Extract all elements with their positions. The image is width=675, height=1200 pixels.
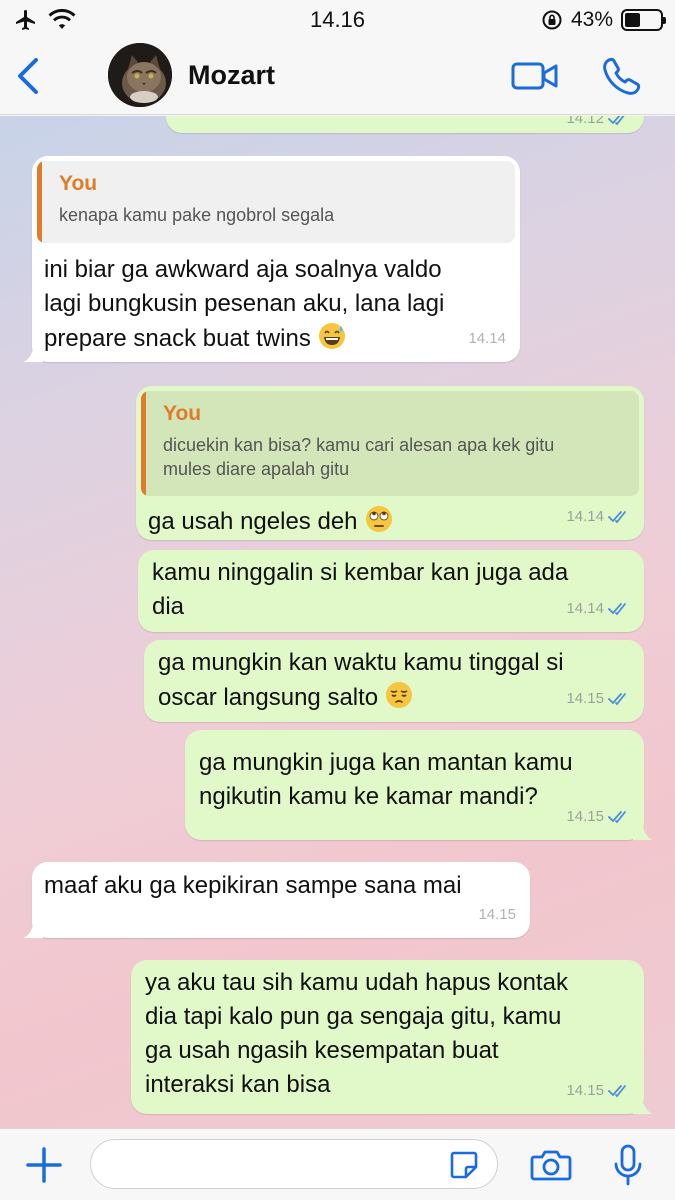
avatar[interactable] [108, 43, 172, 107]
message-bubble-outgoing[interactable]: ga mungkin juga kan mantan kamu ngikutin… [185, 730, 653, 840]
message-time: 14.12 [566, 116, 604, 127]
reply-text: kenapa kamu pake ngobrol segala [59, 205, 335, 225]
message-time: 14.15 [478, 906, 516, 923]
message-bubble-outgoing[interactable]: 14.12 [166, 116, 644, 133]
microphone-icon[interactable] [612, 1143, 644, 1187]
camera-icon[interactable] [530, 1147, 572, 1183]
message-time: 14.15 [566, 808, 604, 825]
read-receipt-icon [608, 811, 626, 824]
bubble-tail [633, 822, 653, 840]
eye-roll-emoji [365, 506, 392, 532]
message-time: 14.15 [566, 690, 604, 707]
message-text: ya aku tau sih kamu udah hapus kontak di… [145, 969, 568, 1098]
reply-author: You [59, 172, 98, 195]
message-text: maaf aku ga kepikiran sampe sana mai [44, 872, 462, 899]
read-receipt-icon [608, 116, 625, 126]
message-input[interactable] [90, 1139, 498, 1189]
battery-icon [621, 9, 666, 31]
contact-name[interactable]: Mozart [188, 60, 275, 91]
message-bubble-outgoing[interactable]: ga mungkin kan waktu kamu tinggal si osc… [144, 640, 644, 722]
sticker-icon[interactable] [448, 1149, 480, 1181]
message-time: 14.14 [468, 330, 506, 347]
chat-area[interactable]: 14.12 You kenapa kamu pake ngobrol segal… [0, 116, 675, 1128]
read-receipt-icon [608, 693, 626, 706]
reply-author: You [163, 402, 202, 425]
reply-quote[interactable]: You dicuekin kan bisa? kamu cari alesan … [141, 391, 639, 496]
phone-call-icon[interactable] [600, 54, 642, 98]
back-chevron-icon[interactable] [10, 54, 50, 98]
battery-percent: 43% [570, 8, 613, 31]
grinning-sweat-emoji [318, 323, 345, 349]
message-time: 14.14 [566, 508, 604, 525]
bubble-tail [23, 344, 43, 362]
read-receipt-icon [608, 511, 626, 524]
bubble-tail [23, 920, 43, 938]
cat-avatar-image [108, 43, 172, 107]
plus-icon[interactable] [24, 1145, 64, 1185]
message-text: kamu ninggalin si kembar kan juga ada di… [152, 559, 569, 620]
message-text: ga usah ngeles deh [148, 508, 358, 535]
message-bubble-outgoing[interactable]: ya aku tau sih kamu udah hapus kontak di… [131, 960, 653, 1114]
pensive-emoji [386, 682, 413, 708]
message-text: ini biar ga awkward aja soalnya valdo la… [44, 256, 445, 352]
message-bubble-incoming[interactable]: maaf aku ga kepikiran sampe sana mai 14.… [23, 862, 530, 938]
read-receipt-icon [608, 1085, 626, 1098]
message-time: 14.15 [566, 1082, 604, 1099]
message-bubble-outgoing[interactable]: kamu ninggalin si kembar kan juga ada di… [138, 550, 644, 632]
message-text: ga mungkin kan waktu kamu tinggal si osc… [158, 649, 564, 711]
status-bar: 14.16 43% [0, 0, 675, 40]
message-input-bar [0, 1128, 675, 1200]
video-call-icon[interactable] [510, 56, 560, 96]
message-bubble-outgoing[interactable]: You dicuekin kan bisa? kamu cari alesan … [136, 386, 644, 540]
reply-quote[interactable]: You kenapa kamu pake ngobrol segala [37, 161, 515, 243]
bubble-tail [633, 1096, 653, 1114]
message-bubble-incoming[interactable]: You kenapa kamu pake ngobrol segala ini … [23, 156, 520, 362]
read-receipt-icon [608, 603, 626, 616]
chat-header: Mozart [0, 40, 675, 115]
message-time: 14.14 [566, 600, 604, 617]
rotation-lock-icon [542, 10, 562, 30]
reply-text: dicuekin kan bisa? kamu cari alesan apa … [163, 435, 555, 479]
message-text: ga mungkin juga kan mantan kamu ngikutin… [199, 749, 573, 810]
